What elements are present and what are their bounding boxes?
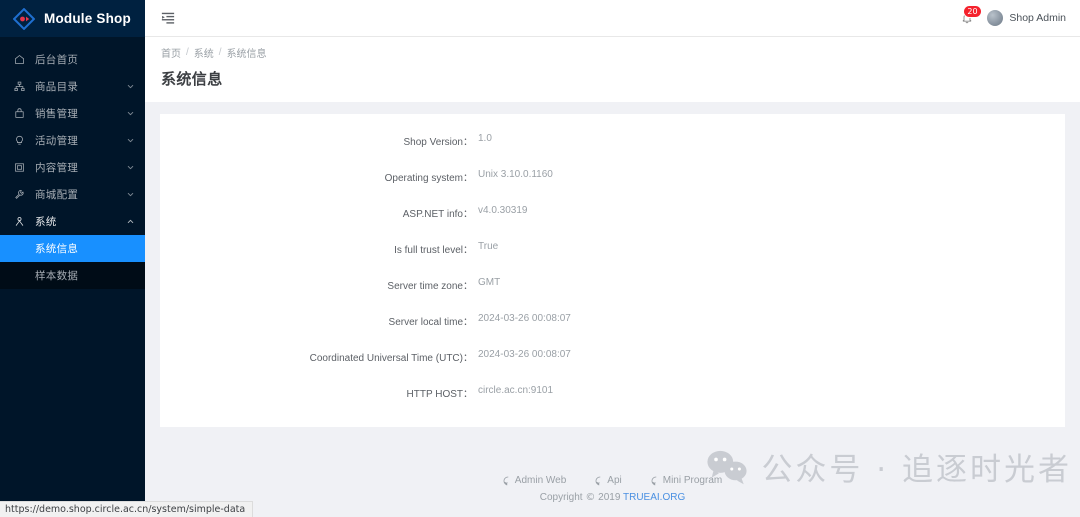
info-label: Shop Version：: [403, 137, 474, 148]
info-value: 2024-03-26 00:08:07: [478, 313, 571, 324]
sidebar-submenu-system: 系统信息 样本数据: [0, 235, 145, 289]
info-row: ASP.NET info： v4.0.30319: [160, 205, 1065, 241]
sidebar-item-system[interactable]: 系统: [0, 208, 145, 235]
copyright-brand[interactable]: TRUEAI.ORG: [623, 492, 685, 503]
user-system-icon: [13, 215, 26, 228]
info-label: Is full trust level：: [394, 245, 473, 256]
sidebar-subitem-sample-data[interactable]: 样本数据: [0, 262, 145, 289]
app-root: Module Shop 后台首页 商品目录 销售管理 活动管理 内容管理 商城配…: [0, 0, 1080, 517]
sidebar-item-content[interactable]: 内容管理: [0, 154, 145, 181]
page-title: 系统信息: [161, 71, 223, 88]
info-row: Coordinated Universal Time (UTC)： 2024-0…: [160, 349, 1065, 385]
info-row: Server local time： 2024-03-26 00:08:07: [160, 313, 1065, 349]
sitemap-icon: [13, 80, 26, 93]
copyright: Copyright © 2019 TRUEAI.ORG: [145, 492, 1080, 503]
notification-badge: 20: [964, 6, 981, 17]
sidebar-menu: 后台首页 商品目录 销售管理 活动管理 内容管理 商城配置 系统 系统信息 样本…: [0, 37, 145, 289]
info-label: Server local time：: [388, 317, 473, 328]
footer-link-label: Admin Web: [514, 475, 567, 486]
shopping-bag-icon: [13, 107, 26, 120]
copyright-mark: ©: [585, 492, 596, 503]
footer-links: Admin Web Api Mini Program: [145, 475, 1080, 486]
sidebar-item-shop-config[interactable]: 商城配置: [0, 181, 145, 208]
breadcrumb: 首页 / 系统 / 系统信息: [161, 45, 1080, 60]
wrench-icon: [13, 188, 26, 201]
sidebar-item-catalog[interactable]: 商品目录: [0, 73, 145, 100]
sidebar-item-label: 商品目录: [35, 81, 79, 93]
breadcrumb-separator: /: [218, 47, 222, 58]
notification-bell-button[interactable]: 20: [957, 6, 981, 29]
sidebar-logo-text: Module Shop: [44, 11, 131, 26]
main-area: 20 Shop Admin 首页 / 系统 / 系统信息 系统信息 Shop V…: [145, 0, 1080, 517]
info-label: Server time zone：: [387, 281, 473, 292]
sidebar-item-label: 销售管理: [35, 108, 79, 120]
sidebar-subitem-label: 系统信息: [35, 243, 79, 255]
footer-link-admin-web[interactable]: Admin Web: [503, 475, 567, 486]
info-label: ASP.NET info：: [402, 209, 473, 220]
page-header: 首页 / 系统 / 系统信息 系统信息: [145, 37, 1080, 102]
info-row: Is full trust level： True: [160, 241, 1065, 277]
system-info-card: Shop Version： 1.0 Operating system： Unix…: [160, 114, 1065, 427]
chevron-down-icon: [126, 190, 135, 199]
github-icon: [595, 476, 605, 486]
window-icon: [13, 161, 26, 174]
info-row: Shop Version： 1.0: [160, 133, 1065, 169]
info-label: Coordinated Universal Time (UTC)：: [309, 353, 473, 364]
footer: Admin Web Api Mini Program Copyright © 2…: [145, 469, 1080, 517]
sidebar: Module Shop 后台首页 商品目录 销售管理 活动管理 内容管理 商城配…: [0, 0, 145, 517]
chevron-down-icon: [126, 136, 135, 145]
menu-fold-icon[interactable]: [157, 7, 179, 29]
info-row: Operating system： Unix 3.10.0.1160: [160, 169, 1065, 205]
sidebar-subitem-system-info[interactable]: 系统信息: [0, 235, 145, 262]
diamond-logo-icon: [12, 7, 36, 30]
info-value: True: [478, 241, 499, 252]
chevron-down-icon: [126, 82, 135, 91]
sidebar-item-label: 内容管理: [35, 162, 79, 174]
breadcrumb-item-home[interactable]: 首页: [161, 45, 181, 60]
info-row: HTTP HOST： circle.ac.cn:9101: [160, 385, 1065, 421]
topbar: 20 Shop Admin: [145, 0, 1080, 37]
info-value: circle.ac.cn:9101: [478, 385, 554, 396]
sidebar-item-dashboard[interactable]: 后台首页: [0, 46, 145, 73]
sidebar-item-activity[interactable]: 活动管理: [0, 127, 145, 154]
info-label: Operating system：: [384, 173, 473, 184]
copyright-prefix: Copyright: [539, 492, 583, 503]
footer-link-api[interactable]: Api: [595, 475, 622, 486]
sidebar-item-label: 商城配置: [35, 189, 79, 201]
info-value: 2024-03-26 00:08:07: [478, 349, 571, 360]
copyright-year: 2019: [598, 492, 621, 503]
content-area: Shop Version： 1.0 Operating system： Unix…: [145, 102, 1080, 469]
chevron-up-icon: [126, 217, 135, 226]
sidebar-subitem-label: 样本数据: [35, 270, 79, 282]
chevron-down-icon: [126, 163, 135, 172]
user-name-label: Shop Admin: [1009, 12, 1066, 24]
info-value: v4.0.30319: [478, 205, 528, 216]
sidebar-item-label: 后台首页: [35, 54, 79, 66]
sidebar-item-label: 系统: [35, 216, 57, 228]
chevron-down-icon: [126, 109, 135, 118]
status-bar-url: https://demo.shop.circle.ac.cn/system/si…: [0, 501, 254, 517]
info-value: GMT: [478, 277, 501, 288]
bulb-icon: [13, 134, 26, 147]
info-label: HTTP HOST：: [406, 389, 473, 400]
breadcrumb-item-system-info: 系统信息: [226, 49, 267, 60]
breadcrumb-separator: /: [186, 47, 189, 58]
sidebar-logo[interactable]: Module Shop: [0, 0, 145, 37]
info-value: Unix 3.10.0.1160: [478, 169, 553, 180]
home-icon: [13, 53, 26, 66]
info-row: Server time zone： GMT: [160, 277, 1065, 313]
github-icon: [503, 476, 513, 486]
avatar-icon: [987, 10, 1004, 26]
topbar-right: 20 Shop Admin: [957, 6, 1066, 29]
sidebar-item-sales[interactable]: 销售管理: [0, 100, 145, 127]
footer-link-mini-program[interactable]: Mini Program: [651, 475, 722, 486]
user-menu[interactable]: Shop Admin: [987, 10, 1066, 26]
footer-link-label: Mini Program: [662, 475, 723, 486]
sidebar-item-label: 活动管理: [35, 135, 79, 147]
github-icon: [651, 476, 661, 486]
info-value: 1.0: [478, 133, 492, 144]
footer-link-label: Api: [607, 475, 622, 486]
breadcrumb-item-system[interactable]: 系统: [194, 45, 214, 60]
